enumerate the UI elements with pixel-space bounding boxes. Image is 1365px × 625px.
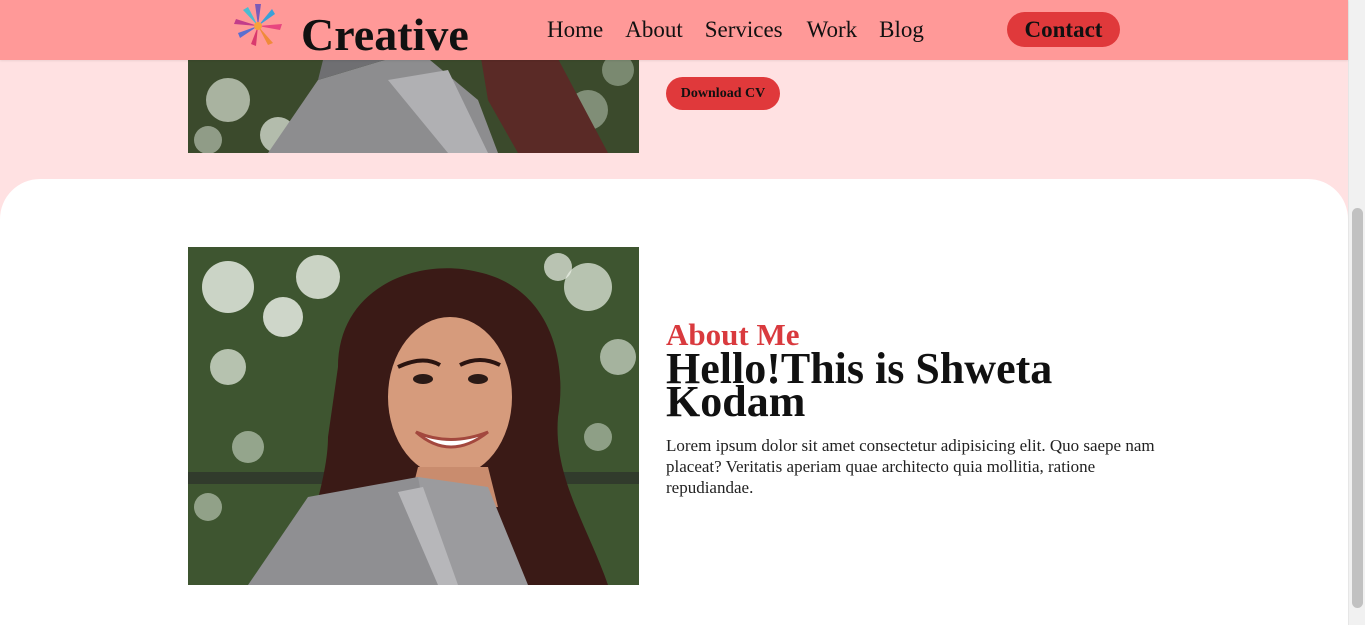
nav-blog[interactable]: Blog xyxy=(879,15,924,45)
nav-about[interactable]: About xyxy=(625,15,683,45)
about-heading: Hello!This is Shweta Kodam xyxy=(666,344,1053,426)
about-text-block: About Me Hello!This is Shweta Kodam Lore… xyxy=(666,319,1166,498)
download-cv-button[interactable]: Download CV xyxy=(666,77,780,110)
about-description: Lorem ipsum dolor sit amet consectetur a… xyxy=(666,436,1155,497)
contact-button[interactable]: Contact xyxy=(1007,12,1120,47)
page-scrollbar[interactable] xyxy=(1348,0,1365,625)
main-nav: Home About Services Work Blog xyxy=(547,15,946,45)
profile-photo xyxy=(188,247,639,585)
site-header: Creative Home About Services Work Blog C… xyxy=(0,0,1348,60)
brand-name[interactable]: Creative xyxy=(301,9,469,61)
scrollbar-thumb[interactable] xyxy=(1352,208,1363,608)
flower-logo-icon[interactable] xyxy=(231,2,285,48)
nav-home[interactable]: Home xyxy=(547,15,603,45)
nav-work[interactable]: Work xyxy=(807,15,858,45)
about-section: About Me Hello!This is Shweta Kodam Lore… xyxy=(0,179,1348,625)
nav-services[interactable]: Services xyxy=(705,15,783,45)
